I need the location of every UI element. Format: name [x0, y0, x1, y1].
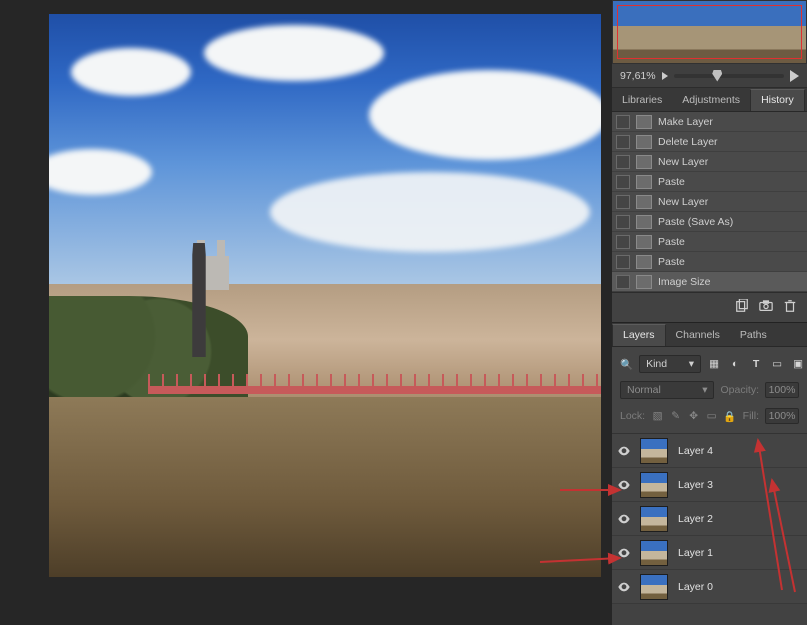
layer-thumbnail: [640, 438, 668, 464]
layer-thumbnail: [640, 574, 668, 600]
history-step-icon: [636, 155, 652, 169]
layer-thumbnail: [640, 472, 668, 498]
lock-position-icon[interactable]: ✥: [687, 410, 700, 423]
navigator-thumbnail[interactable]: [612, 0, 807, 64]
history-step-icon: [636, 115, 652, 129]
layer-row[interactable]: Layer 4: [612, 434, 807, 468]
right-sidebar: 97,61% Libraries Adjustments History Mak…: [612, 0, 807, 625]
history-item[interactable]: Image Size: [612, 272, 807, 292]
fill-value[interactable]: 100%: [765, 408, 799, 424]
tab-layers[interactable]: Layers: [612, 324, 666, 346]
history-item[interactable]: Paste: [612, 252, 807, 272]
filter-smart-icon[interactable]: ▣: [791, 357, 805, 371]
filter-adjustment-icon[interactable]: ◐: [728, 357, 742, 371]
filter-kind-label: Kind: [646, 358, 667, 370]
document-canvas[interactable]: [49, 14, 601, 577]
visibility-toggle[interactable]: [616, 545, 632, 561]
tab-history[interactable]: History: [750, 89, 805, 111]
history-label: Make Layer: [658, 116, 713, 128]
history-item[interactable]: Make Layer: [612, 112, 807, 132]
chevron-down-icon: ▾: [689, 358, 694, 370]
zoom-percentage[interactable]: 97,61%: [620, 70, 656, 82]
lock-image-icon[interactable]: ✎: [669, 410, 682, 423]
layer-name[interactable]: Layer 0: [678, 581, 713, 593]
history-item[interactable]: Delete Layer: [612, 132, 807, 152]
visibility-toggle[interactable]: [616, 511, 632, 527]
layer-row[interactable]: Layer 2: [612, 502, 807, 536]
search-icon: 🔍: [620, 358, 633, 371]
snapshot-icon[interactable]: [759, 299, 773, 316]
history-item[interactable]: New Layer: [612, 192, 807, 212]
history-item[interactable]: Paste: [612, 232, 807, 252]
zoom-in-icon[interactable]: [790, 70, 799, 82]
layer-filter-kind[interactable]: Kind ▾: [639, 355, 701, 373]
create-document-icon[interactable]: [735, 299, 749, 316]
layers-tabbar: Layers Channels Paths: [612, 323, 807, 347]
tab-libraries[interactable]: Libraries: [612, 90, 672, 111]
history-step-icon: [636, 215, 652, 229]
layer-name[interactable]: Layer 3: [678, 479, 713, 491]
lock-label: Lock:: [620, 410, 645, 422]
filter-pixel-icon[interactable]: ▦: [707, 357, 721, 371]
layer-thumbnail: [640, 506, 668, 532]
history-label: Paste: [658, 256, 685, 268]
history-label: New Layer: [658, 196, 708, 208]
history-item[interactable]: New Layer: [612, 152, 807, 172]
layer-row[interactable]: Layer 1: [612, 536, 807, 570]
history-tabbar: Libraries Adjustments History: [612, 88, 807, 112]
zoom-slider[interactable]: [674, 74, 784, 78]
history-step-icon: [636, 255, 652, 269]
layer-row[interactable]: Layer 3: [612, 468, 807, 502]
history-step-icon: [636, 135, 652, 149]
layer-list: Layer 4 Layer 3 Layer 2 Layer 1 Layer 0: [612, 434, 807, 604]
document-canvas-area: [0, 0, 612, 625]
fill-label: Fill:: [743, 410, 759, 422]
opacity-value[interactable]: 100%: [765, 382, 799, 398]
navigator-zoom-row: 97,61%: [612, 64, 807, 88]
history-step-icon: [636, 275, 652, 289]
visibility-toggle[interactable]: [616, 477, 632, 493]
history-label: Image Size: [658, 276, 711, 288]
layer-name[interactable]: Layer 2: [678, 513, 713, 525]
lock-artboard-icon[interactable]: ▭: [705, 410, 718, 423]
visibility-toggle[interactable]: [616, 579, 632, 595]
visibility-toggle[interactable]: [616, 443, 632, 459]
blend-mode-value: Normal: [627, 384, 661, 396]
layers-controls: 🔍 Kind ▾ ▦ ◐ T ▭ ▣ Normal ▾ Opacity: 100…: [612, 347, 807, 434]
filter-shape-icon[interactable]: ▭: [770, 357, 784, 371]
navigator-view-box[interactable]: [617, 5, 802, 59]
layer-thumbnail: [640, 540, 668, 566]
lock-all-icon[interactable]: 🔒: [723, 410, 736, 423]
tab-adjustments[interactable]: Adjustments: [672, 90, 750, 111]
filter-type-icon[interactable]: T: [749, 357, 763, 371]
history-list: Make Layer Delete Layer New Layer Paste …: [612, 112, 807, 292]
history-label: Paste: [658, 176, 685, 188]
history-step-icon: [636, 235, 652, 249]
trash-icon[interactable]: [783, 299, 797, 316]
blend-mode-select[interactable]: Normal ▾: [620, 381, 714, 399]
chevron-down-icon: ▾: [702, 384, 707, 396]
tab-paths[interactable]: Paths: [730, 325, 777, 346]
history-step-icon: [636, 175, 652, 189]
history-label: New Layer: [658, 156, 708, 168]
lock-transparency-icon[interactable]: ▧: [651, 410, 664, 423]
tab-channels[interactable]: Channels: [666, 325, 730, 346]
history-footer: [612, 292, 807, 323]
opacity-label: Opacity:: [720, 384, 759, 396]
layer-name[interactable]: Layer 4: [678, 445, 713, 457]
layer-name[interactable]: Layer 1: [678, 547, 713, 559]
history-label: Paste: [658, 236, 685, 248]
history-item[interactable]: Paste: [612, 172, 807, 192]
history-label: Paste (Save As): [658, 216, 733, 228]
history-label: Delete Layer: [658, 136, 718, 148]
history-step-icon: [636, 195, 652, 209]
history-item[interactable]: Paste (Save As): [612, 212, 807, 232]
zoom-out-icon[interactable]: [662, 72, 668, 80]
layer-row[interactable]: Layer 0: [612, 570, 807, 604]
